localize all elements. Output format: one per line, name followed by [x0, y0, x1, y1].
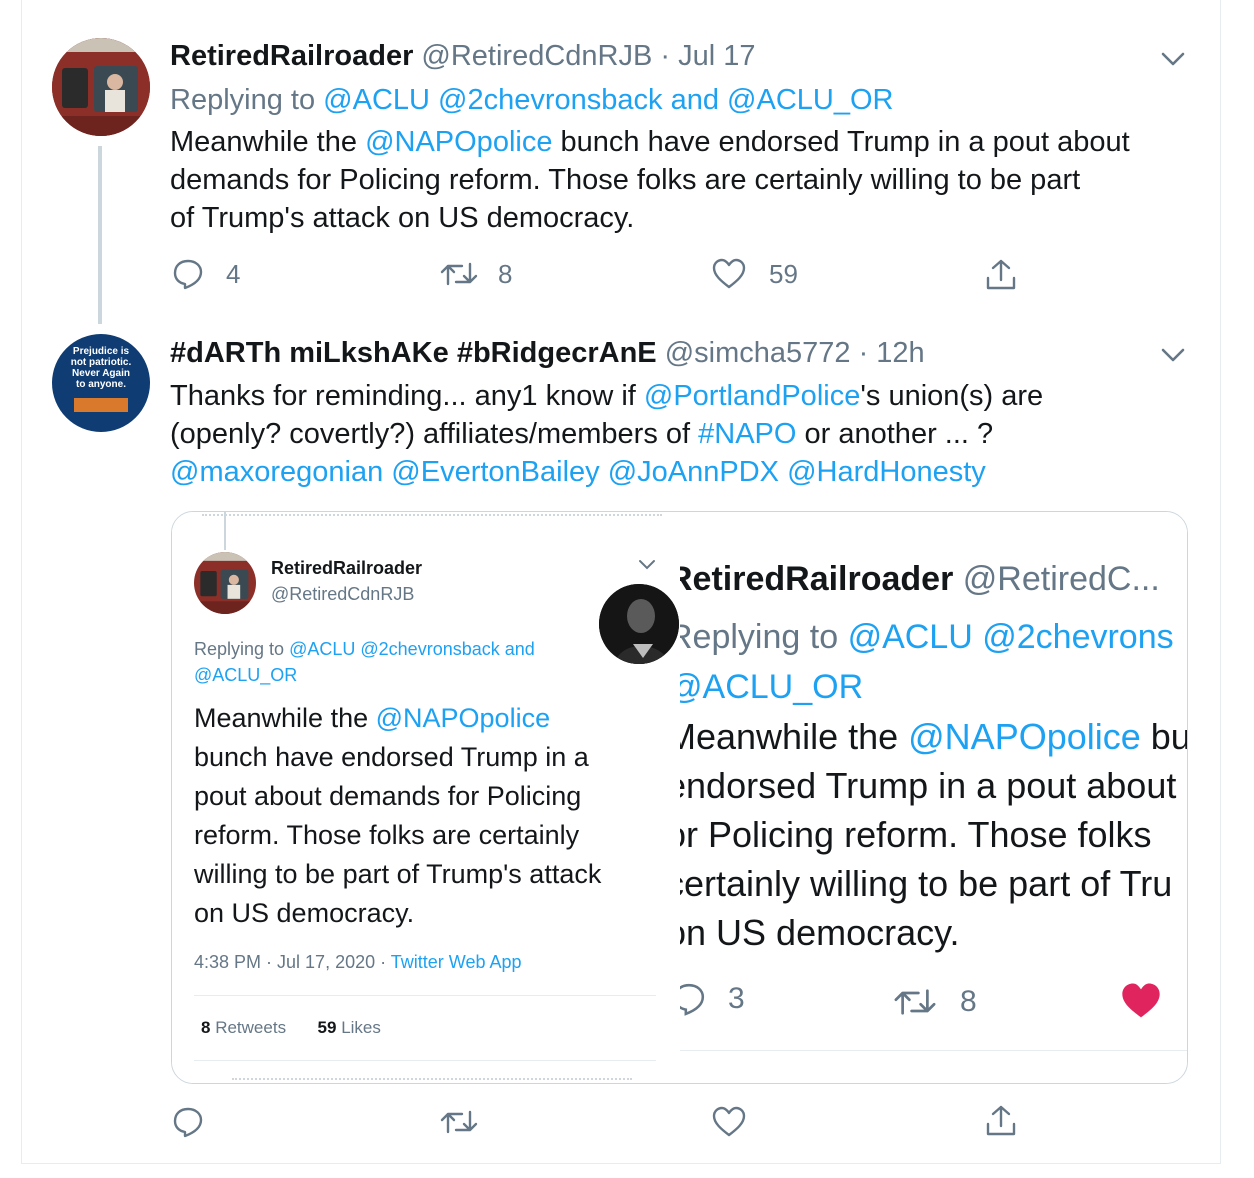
handle[interactable]: @simcha5772 — [665, 337, 851, 369]
handle[interactable]: @RetiredCdnRJB — [421, 40, 652, 72]
mention-link[interactable]: @PortlandPolice — [644, 380, 860, 412]
divider — [680, 1050, 1187, 1051]
retweet-button[interactable] — [440, 1106, 478, 1138]
embedded-retweet: 8 — [892, 984, 977, 1020]
mention-link[interactable]: @maxoregonian — [170, 456, 383, 488]
share-button[interactable] — [984, 1104, 1018, 1138]
cropped-edge — [202, 514, 662, 519]
embedded-screenshot-left: RetiredRailroader @RetiredCdnRJB Replyin… — [172, 512, 680, 1083]
embedded-screenshot-right: RetiredRailroader @RetiredC... Replying … — [680, 512, 1187, 1083]
like-button[interactable]: 59 — [711, 258, 798, 290]
mention-link[interactable]: @EvertonBailey — [391, 456, 599, 488]
reply-button[interactable] — [172, 1106, 204, 1138]
embedded-tweet-text: Meanwhile the @NAPOpolice bu endorsed Tr… — [680, 716, 1187, 953]
thread-line — [98, 146, 102, 324]
handle: @RetiredCdnRJB — [271, 584, 415, 604]
mention-link[interactable]: @2chevronsback — [438, 84, 663, 116]
reply-icon — [173, 1107, 203, 1138]
hashtag-link[interactable]: #NAPO — [698, 418, 796, 450]
display-name[interactable]: RetiredRailroader — [170, 40, 413, 72]
avatar-text: Prejudice is not patriotic. Never Again … — [70, 346, 132, 390]
timestamp[interactable]: Jul 17 — [678, 40, 755, 72]
replying-to: Replying to @ACLU @2chevronsback and @AC… — [170, 84, 894, 116]
display-name[interactable]: #dARTh miLkshAKe #bRidgecrAnE — [170, 337, 657, 369]
avatar-photo — [194, 552, 256, 614]
replying-to: Replying to @ACLU @2chevrons @ACLU_OR — [680, 618, 1174, 706]
cropped-edge — [232, 1078, 632, 1083]
embedded-reply: 3 — [680, 982, 745, 1016]
share-icon — [986, 1105, 1016, 1136]
timestamp[interactable]: 12h — [876, 337, 924, 369]
chevron-down-icon[interactable] — [1158, 44, 1188, 74]
mention-link[interactable]: @ACLU — [323, 84, 430, 116]
tweet-text: Meanwhile the @NAPOpolice bunch have end… — [170, 126, 1130, 234]
like-button[interactable] — [711, 1106, 747, 1138]
mention-link[interactable]: @ACLU_OR — [727, 84, 893, 116]
avatar-photo — [52, 38, 150, 136]
reply-button[interactable]: 4 — [172, 258, 240, 290]
retweet-count: 8 — [498, 258, 513, 289]
display-name: RetiredRailroader — [271, 558, 423, 578]
replying-to: Replying to @ACLU @2chevronsback and @AC… — [194, 639, 535, 685]
reply-icon — [173, 259, 203, 290]
portrait-photo — [599, 584, 679, 664]
heart-icon — [712, 258, 746, 289]
embedded-tweet-text: Meanwhile the @NAPOpolice bunch have end… — [194, 703, 602, 928]
portrait-avatar — [599, 584, 679, 664]
mention-link[interactable]: @JoAnnPDX — [608, 456, 779, 488]
divider — [194, 995, 656, 996]
chevron-down-icon[interactable] — [1158, 340, 1188, 370]
retweet-button[interactable]: 8 — [440, 258, 512, 290]
heart-icon — [712, 1106, 746, 1137]
embedded-stats: 8 Retweets 59 Likes — [201, 1018, 381, 1037]
share-button[interactable] — [984, 258, 1018, 292]
mention-link[interactable]: @NAPOpolice — [365, 126, 552, 158]
avatar — [194, 552, 256, 614]
embedded-header: RetiredRailroader @RetiredC... — [680, 560, 1160, 598]
embedded-timestamp: 4:38 PM · Jul 17, 2020 · Twitter Web App — [194, 952, 522, 972]
retweet-icon — [440, 262, 478, 286]
tweet-header: #dARTh miLkshAKe #bRidgecrAnE @simcha577… — [170, 337, 925, 369]
like-count: 59 — [769, 258, 798, 289]
reply-count: 4 — [226, 258, 241, 289]
attached-image[interactable]: RetiredRailroader @RetiredCdnRJB Replyin… — [171, 511, 1188, 1084]
tweet-text: Thanks for reminding... any1 know if @Po… — [170, 380, 1044, 488]
mention-link[interactable]: @HardHonesty — [787, 456, 986, 488]
heart-filled-icon — [1122, 983, 1160, 1018]
logo-badge — [74, 398, 128, 412]
share-icon — [986, 259, 1016, 290]
tweet-header: RetiredRailroader @RetiredCdnRJB · Jul 1… — [170, 40, 756, 72]
chevron-down-icon — [639, 560, 655, 570]
avatar[interactable] — [52, 38, 150, 136]
reply-icon — [680, 983, 705, 1016]
divider — [194, 1060, 656, 1061]
avatar[interactable]: Prejudice is not patriotic. Never Again … — [52, 334, 150, 432]
retweet-icon — [894, 989, 936, 1015]
retweet-icon — [440, 1110, 478, 1134]
